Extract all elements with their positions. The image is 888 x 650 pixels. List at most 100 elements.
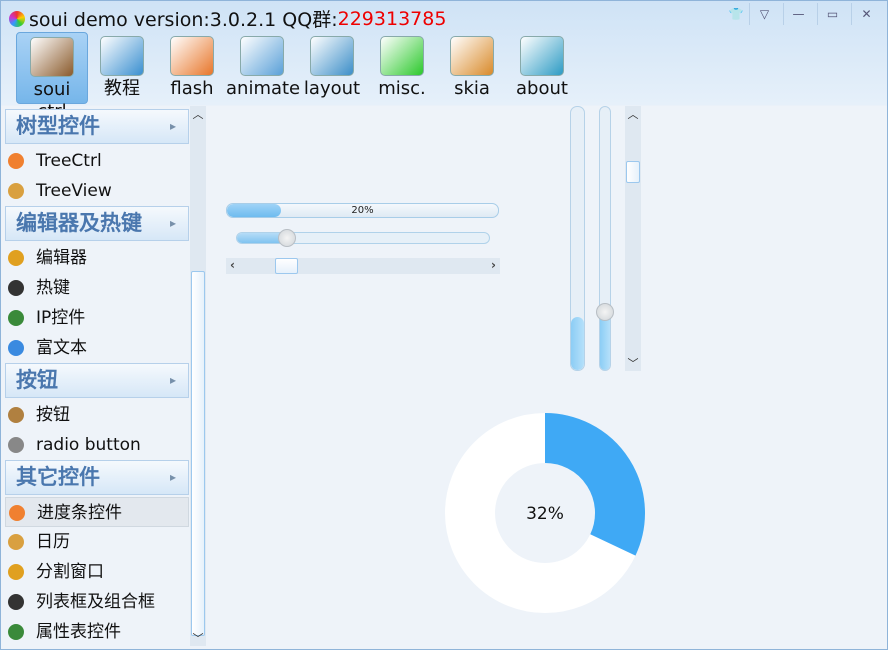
item-label: 编辑器: [36, 248, 87, 268]
face-icon: [8, 437, 24, 453]
sidebar-item[interactable]: 进度条控件: [5, 497, 189, 527]
group-label: 按钮: [16, 368, 58, 392]
scroll-down-icon[interactable]: ﹀: [190, 630, 206, 646]
tree-icon: [8, 407, 24, 423]
scroll-left-icon[interactable]: ‹: [230, 258, 235, 272]
group-label: 树型控件: [16, 114, 100, 138]
toolbar-label: flash: [170, 78, 214, 99]
cactus-icon: [8, 624, 24, 640]
sidebar-group[interactable]: 其它控件 ▸: [5, 460, 189, 495]
broom-icon: [8, 250, 24, 266]
toolbar-button-3[interactable]: animate: [226, 32, 301, 104]
vslider-thumb[interactable]: [596, 303, 614, 322]
item-label: 富文本: [36, 338, 87, 358]
minimize-button[interactable]: —: [783, 3, 813, 25]
sidebar-group[interactable]: 编辑器及热键 ▸: [5, 206, 189, 241]
sidebar-list: 树型控件 ▸ TreeCtrl TreeView 编辑器及热键 ▸ 编辑器热键 IP控件富文本…: [5, 106, 190, 646]
sidebar-item[interactable]: TreeCtrl: [5, 146, 189, 176]
chevron-right-icon: ▸: [169, 119, 176, 133]
skia-icon: [450, 36, 494, 76]
vscroll-up-icon[interactable]: ︿: [625, 106, 641, 122]
sidebar-group[interactable]: 按钮 ▸: [5, 363, 189, 398]
title-bar: soui demo version:3.0.2.1 QQ群: 229313785: [9, 5, 446, 32]
sidebar-item[interactable]: 富文本: [5, 333, 189, 363]
window-title: soui demo version:3.0.2.1 QQ群:: [29, 9, 338, 31]
sidebar-item[interactable]: 列表框及组合框: [5, 587, 189, 617]
scroll-up-icon[interactable]: ︿: [190, 106, 206, 122]
horizontal-scrollbar[interactable]: ‹ ›: [226, 258, 500, 274]
skin-button[interactable]: 👕: [721, 3, 751, 25]
app-window: soui demo version:3.0.2.1 QQ群: 229313785 …: [0, 0, 888, 650]
qq-number: 229313785: [337, 7, 447, 30]
vscroll-down-icon[interactable]: ﹀: [625, 355, 641, 371]
toolbar-button-5[interactable]: misc.: [366, 32, 438, 104]
menu-button[interactable]: ▽: [749, 3, 779, 25]
sidebar-item[interactable]: TreeView: [5, 176, 189, 206]
brush-icon: [8, 183, 24, 199]
donut-progress: 32%: [445, 413, 645, 613]
item-label: TreeCtrl: [36, 151, 102, 171]
star-icon: [8, 153, 24, 169]
hscroll-thumb[interactable]: [274, 258, 298, 274]
item-label: radio button: [36, 435, 141, 455]
toolbar-label: misc.: [378, 78, 426, 99]
flash-icon: [170, 36, 214, 76]
panda-icon: [8, 280, 24, 296]
vertical-progress-bar: [570, 106, 585, 371]
item-label: 进度条控件: [37, 503, 122, 523]
progress-label: 20%: [351, 205, 374, 216]
item-label: 列表框及组合框: [36, 592, 155, 612]
donut-fill: [543, 413, 645, 556]
maximize-button[interactable]: ▭: [817, 3, 847, 25]
item-label: 日历: [36, 532, 70, 552]
news-icon: [240, 36, 284, 76]
headphone-icon: [520, 36, 564, 76]
brush-icon: [8, 534, 24, 550]
item-label: 按钮: [36, 405, 70, 425]
vertical-scrollbar[interactable]: ︿ ﹀: [625, 106, 641, 371]
item-label: 分割窗口: [36, 562, 104, 582]
donut-label: 32%: [526, 504, 564, 524]
sidebar-group[interactable]: 树型控件 ▸: [5, 109, 189, 144]
slider-thumb[interactable]: [278, 229, 297, 247]
sidebar-scrollbar[interactable]: ︿ ﹀: [190, 106, 206, 646]
chevron-right-icon: ▸: [169, 470, 176, 484]
globe-icon: [8, 340, 24, 356]
scroll-right-icon[interactable]: ›: [491, 258, 496, 272]
sidebar-item[interactable]: IP控件: [5, 303, 189, 333]
sidebar-item[interactable]: 分割窗口: [5, 557, 189, 587]
vscroll-thumb[interactable]: [626, 161, 640, 184]
item-label: 属性表控件: [36, 622, 121, 642]
misc-icon: [380, 36, 424, 76]
toolbar-button-0[interactable]: soui ctrl: [16, 32, 88, 122]
cd-icon: [100, 36, 144, 76]
sidebar-item[interactable]: 编辑器: [5, 243, 189, 273]
toolbar-label: layout: [303, 78, 361, 99]
toolbar-button-1[interactable]: 教程: [86, 32, 158, 104]
chevron-right-icon: ▸: [169, 216, 176, 230]
toolbar-button-7[interactable]: about: [506, 32, 578, 104]
chevron-right-icon: ▸: [169, 373, 176, 387]
cactus-icon: [8, 310, 24, 326]
sidebar-item[interactable]: 日历: [5, 527, 189, 557]
group-label: 编辑器及热键: [16, 211, 142, 235]
sidebar-item[interactable]: 属性表控件: [5, 617, 189, 647]
broom-icon: [8, 564, 24, 580]
toolbar-label: animate: [226, 78, 301, 99]
horizontal-slider[interactable]: [236, 229, 490, 247]
toolbar-button-6[interactable]: skia: [436, 32, 508, 104]
scroll-thumb[interactable]: [191, 271, 205, 636]
vertical-slider[interactable]: [596, 106, 614, 371]
toolbar-label: about: [516, 78, 568, 99]
close-button[interactable]: ✕: [851, 3, 881, 25]
app-logo-icon: [9, 10, 25, 27]
sidebar-item[interactable]: 热键: [5, 273, 189, 303]
sidebar-item[interactable]: radio button: [5, 430, 189, 460]
sidebar-item[interactable]: 按钮: [5, 400, 189, 430]
panda-icon: [8, 594, 24, 610]
item-label: 热键: [36, 278, 70, 298]
item-label: TreeView: [36, 181, 112, 201]
toolbar-button-2[interactable]: flash: [156, 32, 228, 104]
group-label: 其它控件: [16, 465, 100, 489]
toolbar-button-4[interactable]: layout: [296, 32, 368, 104]
